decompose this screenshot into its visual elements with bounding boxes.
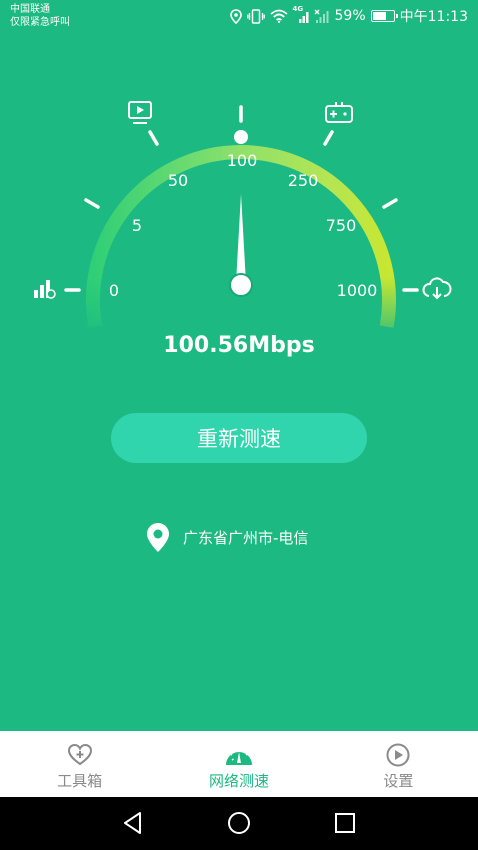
status-icons: 4G 59% 中午11:13 (229, 5, 468, 26)
scale-label-250: 250 (288, 171, 319, 190)
cell-signal-icon: 4G (293, 5, 309, 23)
tab-settings[interactable]: 设置 (319, 731, 478, 797)
tab-settings-label: 设置 (383, 772, 414, 790)
scale-label-5: 5 (132, 216, 142, 235)
download-icon (422, 277, 452, 300)
retest-button[interactable]: 重新测速 (111, 413, 367, 463)
scale-label-0: 0 (109, 281, 119, 300)
tick-upper-left (84, 198, 100, 209)
video-icon (128, 101, 152, 124)
location-row: 广东省广州市-电信 (146, 522, 308, 553)
vibrate-icon (246, 8, 265, 24)
back-icon[interactable] (120, 810, 146, 836)
wifi-icon (269, 9, 288, 23)
tab-toolbox-label: 工具箱 (57, 772, 103, 790)
recents-icon[interactable] (332, 810, 358, 836)
home-icon[interactable] (226, 810, 252, 836)
scale-label-50: 50 (168, 171, 188, 190)
status-bar: 中国联通 仅限紧急呼叫 4G 59% 中午11:13 (0, 0, 478, 34)
clock: 中午11:13 (399, 9, 468, 25)
tab-speed-test-label: 网络测速 (208, 772, 269, 790)
heart-plus-icon (67, 743, 92, 766)
no-sim-signal-icon (314, 9, 329, 23)
tab-toolbox[interactable]: 工具箱 (0, 731, 159, 797)
location-pin-icon (147, 523, 169, 552)
tick-top-left (148, 130, 159, 146)
battery-percent: 59% (334, 8, 366, 24)
location-icon (229, 8, 242, 24)
speed-gauge: 0 5 50 100 250 750 1000 (34, 101, 452, 328)
scale-label-100: 100 (227, 151, 258, 170)
emergency-only-label: 仅限紧急呼叫 (10, 17, 70, 28)
tick-top-right (323, 130, 334, 146)
game-icon (325, 102, 353, 123)
gauge-needle (229, 194, 253, 297)
scale-label-750: 750 (326, 216, 357, 235)
play-circle-icon (386, 743, 410, 767)
location-text: 广东省广州市-电信 (183, 529, 309, 547)
gauge-indicator-dot (234, 130, 248, 144)
tick-upper-right (382, 198, 398, 209)
tab-speed-test[interactable]: 网络测速 (159, 731, 318, 797)
scale-label-1000: 1000 (337, 281, 378, 300)
carrier-info: 中国联通 仅限紧急呼叫 (10, 3, 70, 29)
speedometer-icon (225, 748, 252, 765)
speed-result: 100.56Mbps (163, 333, 315, 358)
bottom-tab-bar: 工具箱 网络测速 设置 (0, 731, 478, 797)
carrier-name: 中国联通 (10, 4, 50, 15)
battery-icon (370, 10, 398, 22)
ping-icon (34, 280, 56, 299)
system-nav-bar (0, 797, 478, 850)
